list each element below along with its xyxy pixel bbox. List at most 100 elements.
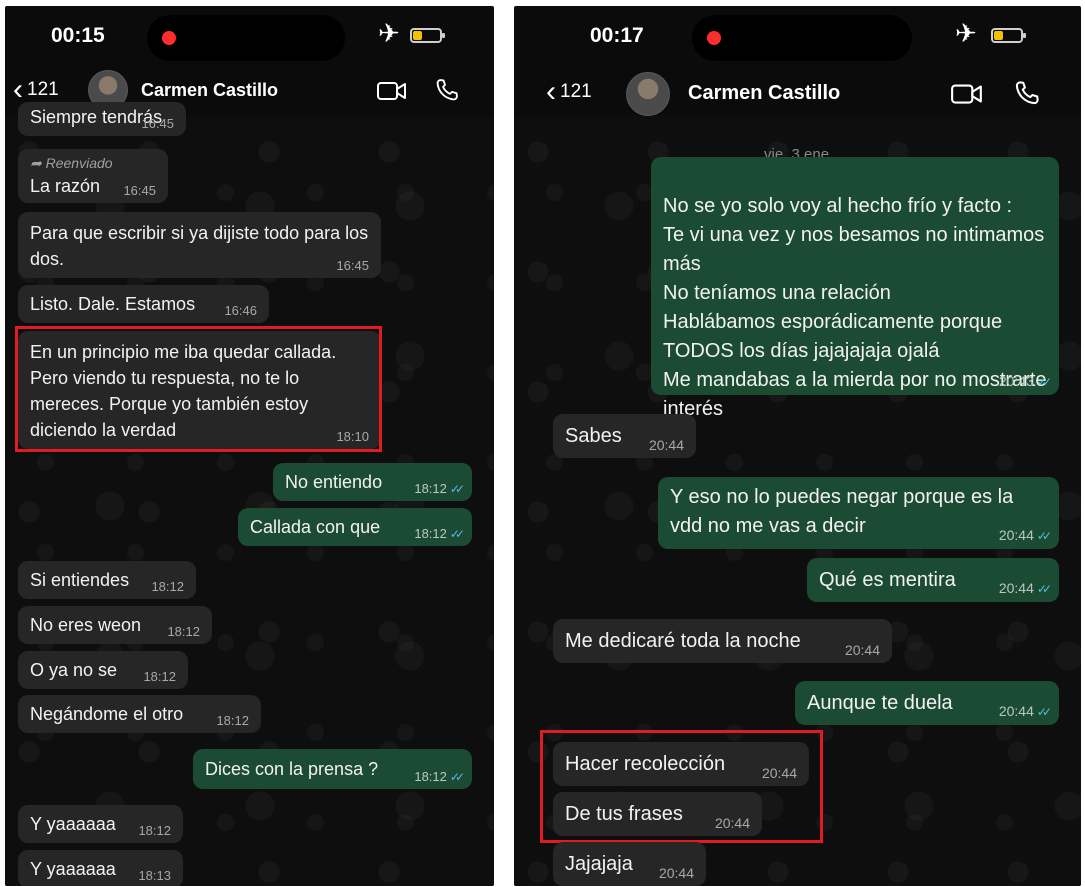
message-text: Listo. Dale. Estamos (30, 294, 196, 314)
chevron-left-icon: ‹ (546, 75, 556, 108)
message-text: Dices con la prensa ? (205, 759, 379, 779)
message-bubble[interactable]: Jajajaja 20:44 (553, 842, 706, 886)
battery-icon (991, 28, 1026, 43)
message-bubble[interactable]: Dices con la prensa ? 18:12 ✓✓ (193, 749, 472, 789)
message-bubble[interactable]: Negándome el otro 18:12 (18, 695, 261, 733)
chat-screenshot-left: 00:15 ✈ ‹ 121 Carmen Castillo Siempre te… (5, 6, 494, 886)
message-time: 20:44 (998, 527, 1034, 543)
message-text: La razón (30, 176, 101, 196)
message-text: Sabes (565, 425, 622, 447)
message-text: No eres weon (30, 615, 142, 635)
message-time: 20:44 (648, 437, 684, 453)
message-text: No entiendo (285, 472, 383, 492)
airplane-mode-icon: ✈ (955, 18, 977, 48)
message-bubble[interactable]: Y yaaaaaa 18:13 (18, 850, 183, 886)
message-text: Para que escribir si ya dijiste todo par… (30, 223, 369, 269)
message-text: Si entiendes (30, 570, 130, 590)
message-time: 16:45 (336, 258, 369, 273)
message-bubble[interactable]: Listo. Dale. Estamos 16:46 (18, 285, 269, 323)
message-time: 16:45 (123, 183, 156, 198)
dynamic-island (692, 15, 912, 61)
message-list[interactable]: Siempre tendrás 16:45 ➦ Reenviado La raz… (5, 102, 494, 886)
message-text: Qué es mentira (819, 569, 956, 591)
message-time: 18:12 (151, 579, 184, 594)
message-bubble[interactable]: Y eso no lo puedes negar porque es la vd… (658, 477, 1059, 549)
highlight-box (540, 730, 823, 843)
message-bubble[interactable]: Siempre tendrás 16:45 (18, 102, 186, 136)
read-receipt-icon: ✓✓ (449, 527, 465, 541)
message-bubble[interactable]: Callada con que 18:12 ✓✓ (238, 508, 472, 546)
recording-indicator-icon (707, 31, 721, 45)
message-time: 20:43 (998, 373, 1034, 389)
voice-call-icon[interactable] (433, 76, 461, 104)
message-text: Callada con que (250, 517, 381, 537)
contact-name[interactable]: Carmen Castillo (688, 82, 840, 105)
read-receipt-icon: ✓✓ (1036, 375, 1052, 389)
read-receipt-icon: ✓✓ (449, 770, 465, 784)
message-bubble[interactable]: O ya no se 18:12 (18, 651, 188, 689)
message-bubble[interactable]: No se yo solo voy al hecho frío y facto … (651, 157, 1059, 420)
contact-name[interactable]: Carmen Castillo (141, 80, 278, 101)
message-text: No se yo solo voy al hecho frío y facto … (663, 195, 1047, 420)
message-time: 18:12 (143, 669, 176, 684)
video-call-icon[interactable] (376, 80, 408, 102)
read-receipt-icon: ✓✓ (1036, 705, 1052, 719)
chevron-left-icon: ‹ (13, 73, 23, 106)
message-time: 18:12 (138, 823, 171, 838)
message-bubble[interactable]: ➦ Reenviado La razón 16:45 (18, 149, 168, 203)
message-text: Y yaaaaaa (30, 814, 116, 834)
status-bar: 00:17 ✈ (514, 6, 1081, 66)
voice-call-icon[interactable] (1012, 78, 1042, 108)
message-text: O ya no se (30, 660, 118, 680)
message-time: 16:46 (224, 303, 257, 318)
message-bubble[interactable]: No eres weon 18:12 (18, 606, 212, 644)
message-time: 18:12 (414, 769, 447, 784)
unread-count: 121 (560, 81, 592, 102)
message-time: 18:13 (138, 868, 171, 883)
forward-arrow-icon: ➦ (30, 155, 42, 171)
message-text: Y yaaaaaa (30, 859, 116, 879)
message-time: 18:12 (167, 624, 200, 639)
read-receipt-icon: ✓✓ (1036, 582, 1052, 596)
airplane-mode-icon: ✈ (378, 18, 400, 48)
message-time: 20:44 (658, 865, 694, 881)
status-bar: 00:15 ✈ (5, 6, 494, 66)
message-bubble[interactable]: Si entiendes 18:12 (18, 561, 196, 599)
highlight-box (15, 326, 382, 452)
status-time: 00:17 (590, 24, 644, 47)
message-bubble[interactable]: Me dedicaré toda la noche 20:44 (553, 619, 892, 663)
message-bubble[interactable]: Aunque te duela 20:44 ✓✓ (795, 681, 1059, 725)
message-text: Y eso no lo puedes negar porque es la vd… (670, 486, 1014, 537)
message-time: 20:44 (844, 642, 880, 658)
unread-count: 121 (27, 79, 59, 100)
back-button[interactable]: ‹ 121 (13, 75, 59, 105)
message-bubble[interactable]: Qué es mentira 20:44 ✓✓ (807, 558, 1059, 602)
battery-icon (410, 28, 445, 43)
contact-avatar[interactable] (626, 72, 670, 116)
forwarded-label: ➦ Reenviado (30, 155, 113, 171)
message-text: Me dedicaré toda la noche (565, 630, 801, 652)
message-time: 18:12 (414, 526, 447, 541)
message-time: 18:12 (216, 713, 249, 728)
message-list[interactable]: vie, 3 ene No se yo solo voy al hecho fr… (514, 116, 1081, 886)
message-text: Aunque te duela (807, 692, 953, 714)
video-call-icon[interactable] (950, 82, 984, 106)
message-time: 16:45 (141, 116, 174, 131)
message-bubble[interactable]: No entiendo 18:12 ✓✓ (273, 463, 472, 501)
message-text: Negándome el otro (30, 704, 184, 724)
read-receipt-icon: ✓✓ (1036, 529, 1052, 543)
message-time: 20:44 (998, 580, 1034, 596)
message-time: 18:12 (414, 481, 447, 496)
back-button[interactable]: ‹ 121 (546, 77, 592, 107)
status-time: 00:15 (51, 24, 105, 47)
chat-screenshot-right: 00:17 ✈ ‹ 121 Carmen Castillo vie, 3 ene… (514, 6, 1081, 886)
recording-indicator-icon (162, 31, 176, 45)
message-bubble[interactable]: Y yaaaaaa 18:12 (18, 805, 183, 843)
message-bubble[interactable]: Para que escribir si ya dijiste todo par… (18, 212, 381, 278)
dynamic-island (147, 15, 345, 61)
message-time: 20:44 (998, 703, 1034, 719)
message-bubble[interactable]: Sabes 20:44 (553, 414, 696, 458)
chat-header: ‹ 121 Carmen Castillo (514, 68, 1081, 116)
read-receipt-icon: ✓✓ (449, 482, 465, 496)
message-text: Jajajaja (565, 853, 633, 875)
